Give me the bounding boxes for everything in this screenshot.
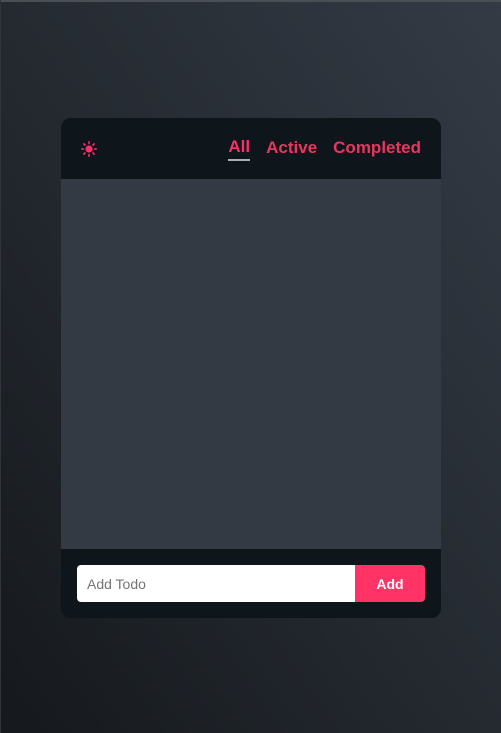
window-top-border <box>0 0 501 2</box>
window-left-border <box>0 0 1 733</box>
todo-card: All Active Completed Add <box>61 118 441 618</box>
add-todo-input[interactable] <box>77 565 355 602</box>
filter-completed[interactable]: Completed <box>333 138 421 160</box>
add-button[interactable]: Add <box>355 565 425 602</box>
todo-footer: Add <box>61 549 441 618</box>
filter-all[interactable]: All <box>228 137 251 161</box>
add-todo-form: Add <box>77 565 425 602</box>
sun-icon[interactable] <box>80 140 98 158</box>
todo-list <box>61 179 441 549</box>
todo-header: All Active Completed <box>61 118 441 179</box>
filter-tabs: All Active Completed <box>228 137 421 161</box>
filter-active[interactable]: Active <box>266 138 317 160</box>
